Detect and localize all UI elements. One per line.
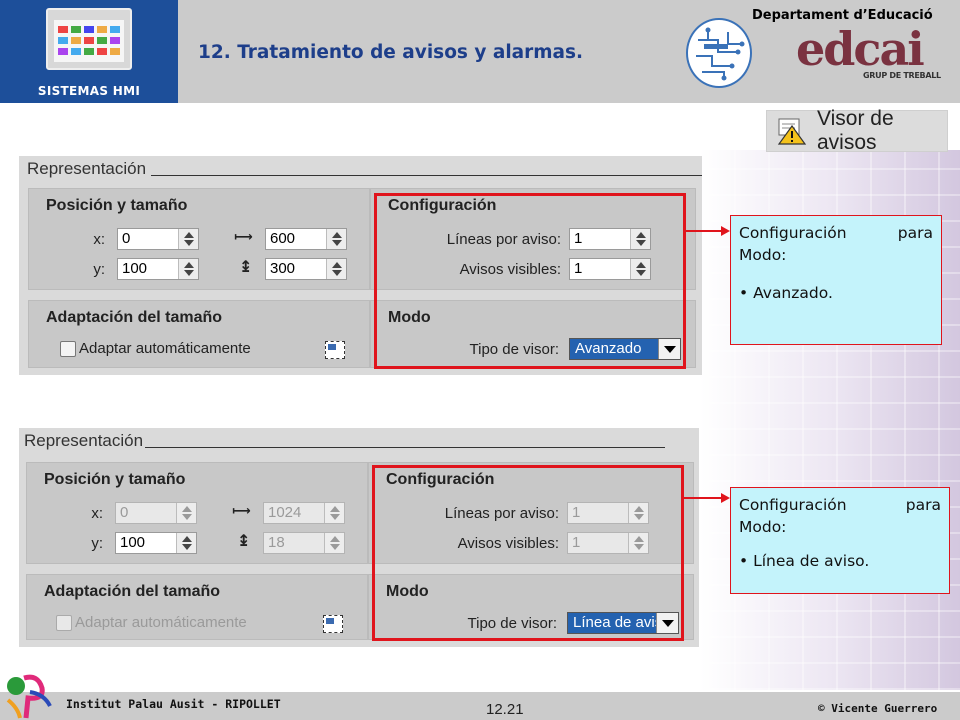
author: © Vicente Guerrero <box>818 702 938 715</box>
spin-arrows-icon[interactable] <box>178 259 198 279</box>
fit-size-icon[interactable] <box>325 341 345 359</box>
visor-label: Visor de avisos <box>817 107 894 154</box>
fit-size-icon[interactable] <box>323 615 343 633</box>
height-icon: ↨ <box>237 531 251 550</box>
y-input[interactable]: 100 <box>115 532 197 554</box>
auto-adapt-checkbox[interactable] <box>56 615 72 631</box>
height-input[interactable]: 300 <box>265 258 347 280</box>
page-title: 12. Tratamiento de avisos y alarmas. <box>198 42 584 63</box>
y-label: y: <box>91 535 103 552</box>
group-title: Posición y tamaño <box>46 197 188 214</box>
hmi-logo: SISTEMAS HMI <box>0 0 178 103</box>
hmi-screen-icon <box>46 8 132 70</box>
divider <box>145 447 665 448</box>
width-input[interactable]: 600 <box>265 228 347 250</box>
y-input[interactable]: 100 <box>117 258 199 280</box>
callout-arrow-1 <box>686 230 722 232</box>
page-number: 12.21 <box>486 701 524 718</box>
y-label: y: <box>93 261 105 278</box>
x-input[interactable]: 0 <box>117 228 199 250</box>
visor-de-avisos-badge: Visor de avisos <box>766 107 948 154</box>
group-title: Posición y tamaño <box>44 471 186 488</box>
header: SISTEMAS HMI 12. Tratamiento de avisos y… <box>0 0 960 103</box>
highlight-box-1 <box>374 193 686 369</box>
spin-arrows-icon[interactable] <box>178 229 198 249</box>
institute-name: Institut Palau Ausit - RIPOLLET <box>66 697 281 711</box>
edcai-subtext: GRUP DE TREBALL <box>863 71 941 80</box>
auto-adapt-checkbox[interactable] <box>60 341 76 357</box>
spin-arrows-icon[interactable] <box>176 533 196 553</box>
spin-arrows-icon[interactable] <box>326 229 346 249</box>
height-icon: ↨ <box>239 257 253 276</box>
panel-heading: Representación <box>24 431 144 450</box>
position-size-group: Posición y tamaño x: 0 y: 100 ⟼ 1024 ↨ 1… <box>26 462 368 564</box>
circuit-globe-icon <box>686 18 752 88</box>
width-icon: ⟼ <box>232 504 251 519</box>
highlight-box-2 <box>372 465 684 641</box>
auto-adapt-label: Adaptar automáticamente <box>75 614 247 631</box>
warning-icon <box>777 116 807 146</box>
callout-arrow-2 <box>684 497 722 499</box>
group-title: Adaptación del tamaño <box>44 583 221 600</box>
spin-arrows-icon[interactable] <box>326 259 346 279</box>
width-input[interactable]: 1024 <box>263 502 345 524</box>
x-label: x: <box>91 505 103 522</box>
group-title: Adaptación del tamaño <box>46 309 223 326</box>
callout-1: Configuración para Modo: • Avanzado. <box>730 215 942 345</box>
institute-logo-icon <box>4 672 62 720</box>
edcai-logo: edcai <box>796 22 925 76</box>
arrow-head-icon <box>721 493 730 503</box>
callout-2: Configuración para Modo: • Línea de aviso… <box>730 487 950 594</box>
panel-heading: Representación <box>27 159 147 178</box>
spin-arrows-icon[interactable] <box>324 503 344 523</box>
adapt-size-group: Adaptación del tamaño Adaptar automática… <box>26 574 368 640</box>
width-icon: ⟼ <box>234 230 253 245</box>
department-label: Departament d’Educació <box>752 8 933 23</box>
logo-label: SISTEMAS HMI <box>37 84 141 98</box>
divider <box>151 175 702 176</box>
adapt-size-group: Adaptación del tamaño Adaptar automática… <box>28 300 370 368</box>
x-input[interactable]: 0 <box>115 502 197 524</box>
spin-arrows-icon[interactable] <box>324 533 344 553</box>
auto-adapt-label: Adaptar automáticamente <box>79 340 251 357</box>
spin-arrows-icon[interactable] <box>176 503 196 523</box>
height-input[interactable]: 18 <box>263 532 345 554</box>
position-size-group: Posición y tamaño x: 0 y: 100 ⟼ 600 ↨ 30… <box>28 188 370 290</box>
arrow-head-icon <box>721 226 730 236</box>
x-label: x: <box>93 231 105 248</box>
